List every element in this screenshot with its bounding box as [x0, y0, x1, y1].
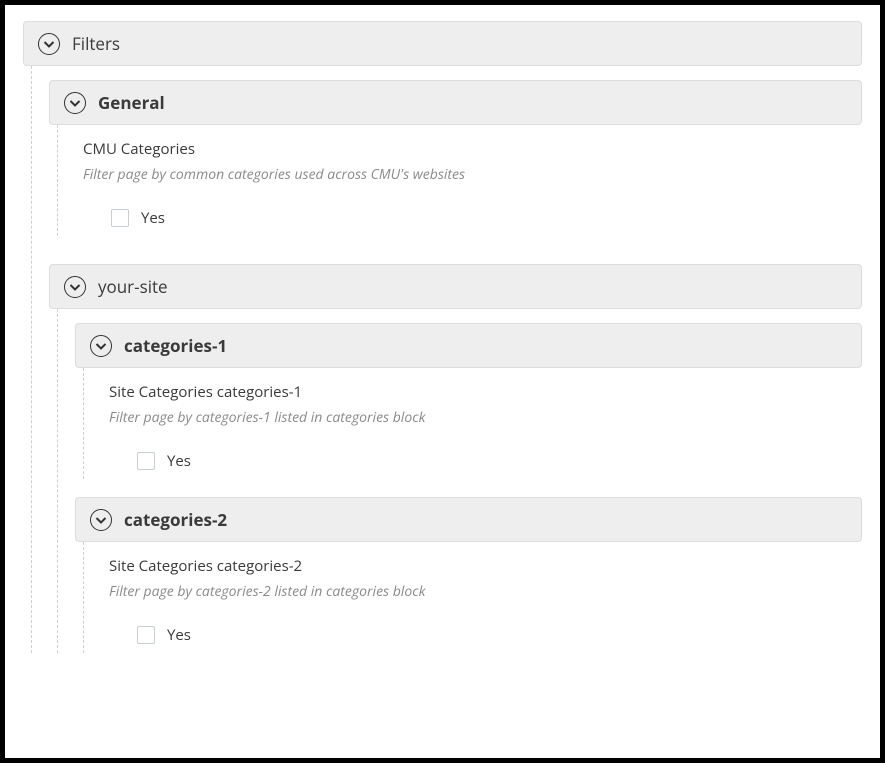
checkbox-label: Yes: [141, 208, 165, 228]
chevron-down-icon: [90, 335, 112, 357]
general-header[interactable]: General: [49, 80, 862, 125]
field-help: Filter page by common categories used ac…: [83, 165, 854, 184]
general-body: CMU Categories Filter page by common cat…: [49, 125, 862, 236]
chevron-down-icon: [64, 92, 86, 114]
cmu-categories-field: CMU Categories Filter page by common cat…: [75, 125, 862, 236]
general-title: General: [98, 91, 165, 114]
categories-2-checkbox[interactable]: [137, 626, 155, 644]
filters-body: General CMU Categories Filter page by co…: [23, 66, 862, 653]
chevron-down-icon: [64, 276, 86, 298]
categories-2-title: categories-2: [124, 508, 227, 531]
filters-header[interactable]: Filters: [23, 21, 862, 66]
categories-2-body: Site Categories categories-2 Filter page…: [75, 542, 862, 653]
your-site-header[interactable]: your-site: [49, 264, 862, 309]
cmu-categories-checkbox[interactable]: [111, 209, 129, 227]
field-help: Filter page by categories-1 listed in ca…: [109, 408, 854, 427]
checkbox-row: Yes: [109, 625, 854, 645]
categories-1-title: categories-1: [124, 334, 227, 357]
checkbox-row: Yes: [83, 208, 854, 228]
checkbox-label: Yes: [167, 625, 191, 645]
categories-2-header[interactable]: categories-2: [75, 497, 862, 542]
frame: Filters General CMU Categories Filter pa…: [0, 0, 885, 763]
field-help: Filter page by categories-2 listed in ca…: [109, 582, 854, 601]
chevron-down-icon: [38, 33, 60, 55]
categories-1-body: Site Categories categories-1 Filter page…: [75, 368, 862, 479]
your-site-body: categories-1 Site Categories categories-…: [49, 309, 862, 653]
your-site-title: your-site: [98, 275, 168, 298]
field-label: Site Categories categories-2: [109, 556, 854, 576]
filters-title: Filters: [72, 32, 120, 55]
categories-2-field: Site Categories categories-2 Filter page…: [101, 542, 862, 653]
categories-1-header[interactable]: categories-1: [75, 323, 862, 368]
chevron-down-icon: [90, 509, 112, 531]
categories-1-checkbox[interactable]: [137, 452, 155, 470]
categories-1-field: Site Categories categories-1 Filter page…: [101, 368, 862, 479]
field-label: Site Categories categories-1: [109, 382, 854, 402]
checkbox-label: Yes: [167, 451, 191, 471]
checkbox-row: Yes: [109, 451, 854, 471]
field-label: CMU Categories: [83, 139, 854, 159]
